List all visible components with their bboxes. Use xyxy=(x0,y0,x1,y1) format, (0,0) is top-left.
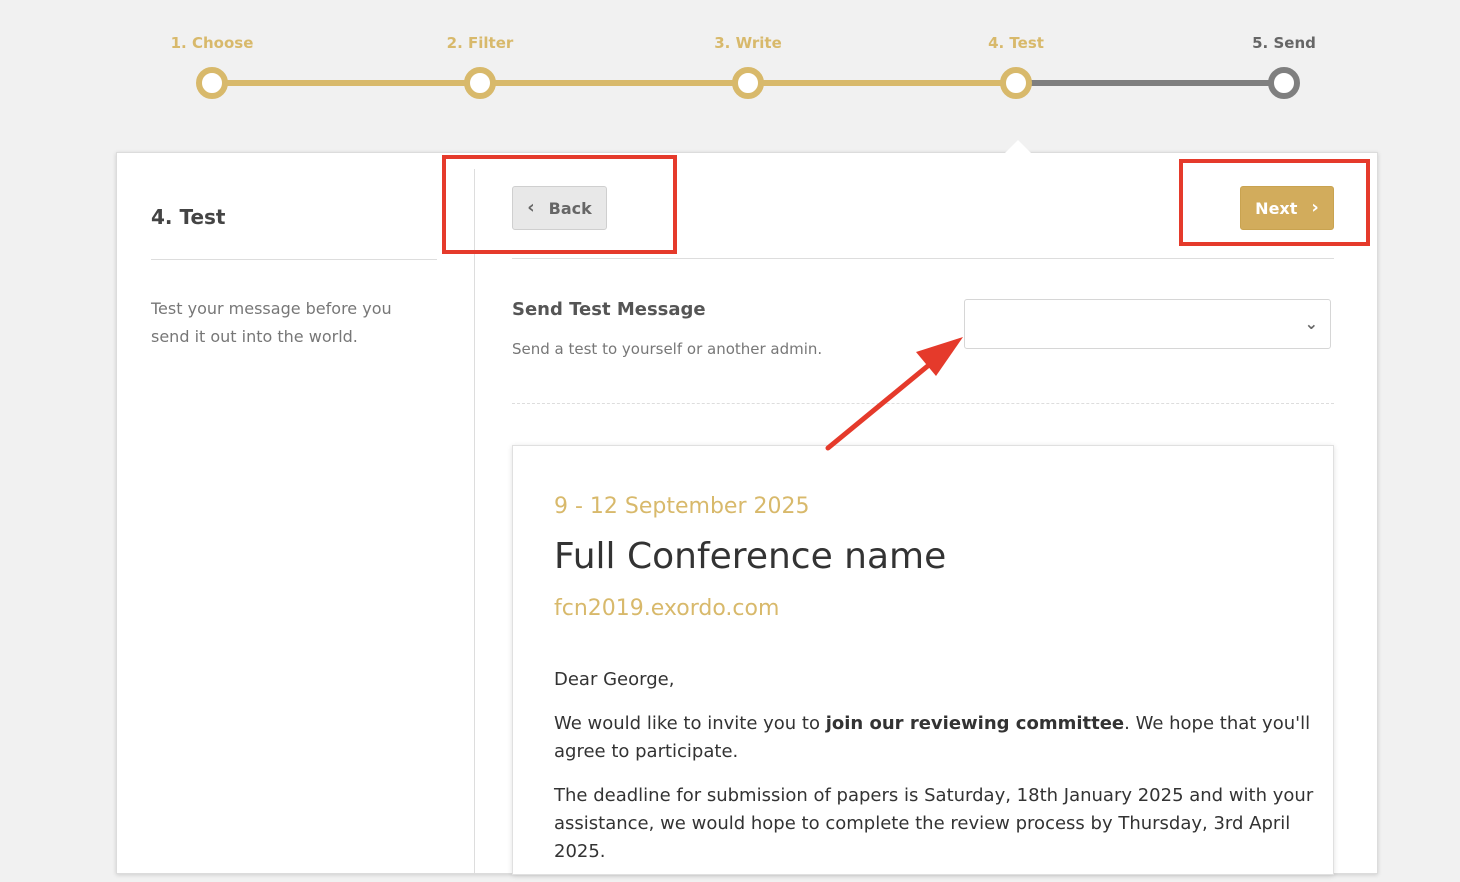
step-dot xyxy=(1268,67,1300,99)
email-preview: 9 - 12 September 2025 Full Conference na… xyxy=(512,445,1334,875)
step-label: 3. Write xyxy=(714,34,782,52)
test-step-panel: 4. Test Test your message before you sen… xyxy=(116,152,1378,875)
email-greeting: Dear George, xyxy=(554,669,675,690)
step-dot xyxy=(196,67,228,99)
header-divider xyxy=(512,258,1334,259)
sidebar-description: Test your message before you send it out… xyxy=(151,299,392,346)
step-dot xyxy=(1000,67,1032,99)
step-dot xyxy=(732,67,764,99)
email-body: Dear George, We would like to invite you… xyxy=(554,666,1314,882)
progress-stepper: 1. Choose 2. Filter 3. Write 4. Test 5. … xyxy=(0,0,1460,110)
stepper-track-complete xyxy=(212,80,1016,86)
stepper-track-pending xyxy=(1016,80,1286,86)
step-label: 2. Filter xyxy=(446,34,514,52)
section-divider xyxy=(512,403,1334,404)
send-test-help: Send a test to yourself or another admin… xyxy=(512,340,823,358)
conference-dates: 9 - 12 September 2025 xyxy=(554,494,810,519)
conference-name: Full Conference name xyxy=(554,536,947,577)
email-paragraph-invite: We would like to invite you to join our … xyxy=(554,713,1311,762)
sidebar-divider xyxy=(151,259,437,260)
sidebar-title: 4. Test xyxy=(151,205,226,229)
panel-pointer xyxy=(1005,140,1031,153)
annotation-highlight-back xyxy=(442,155,677,254)
column-divider xyxy=(474,169,475,873)
test-recipient-select[interactable]: ⌄ xyxy=(964,299,1331,349)
step-dot xyxy=(464,67,496,99)
annotation-highlight-next xyxy=(1179,159,1370,246)
step-label: 5. Send xyxy=(1252,34,1316,52)
send-test-title: Send Test Message xyxy=(512,299,706,320)
step-label: 4. Test xyxy=(988,34,1044,52)
step-label: 1. Choose xyxy=(170,34,254,52)
chevron-down-icon: ⌄ xyxy=(1304,314,1318,333)
conference-url: fcn2019.exordo.com xyxy=(554,596,780,621)
email-paragraph-deadline: The deadline for submission of papers is… xyxy=(554,785,1314,862)
